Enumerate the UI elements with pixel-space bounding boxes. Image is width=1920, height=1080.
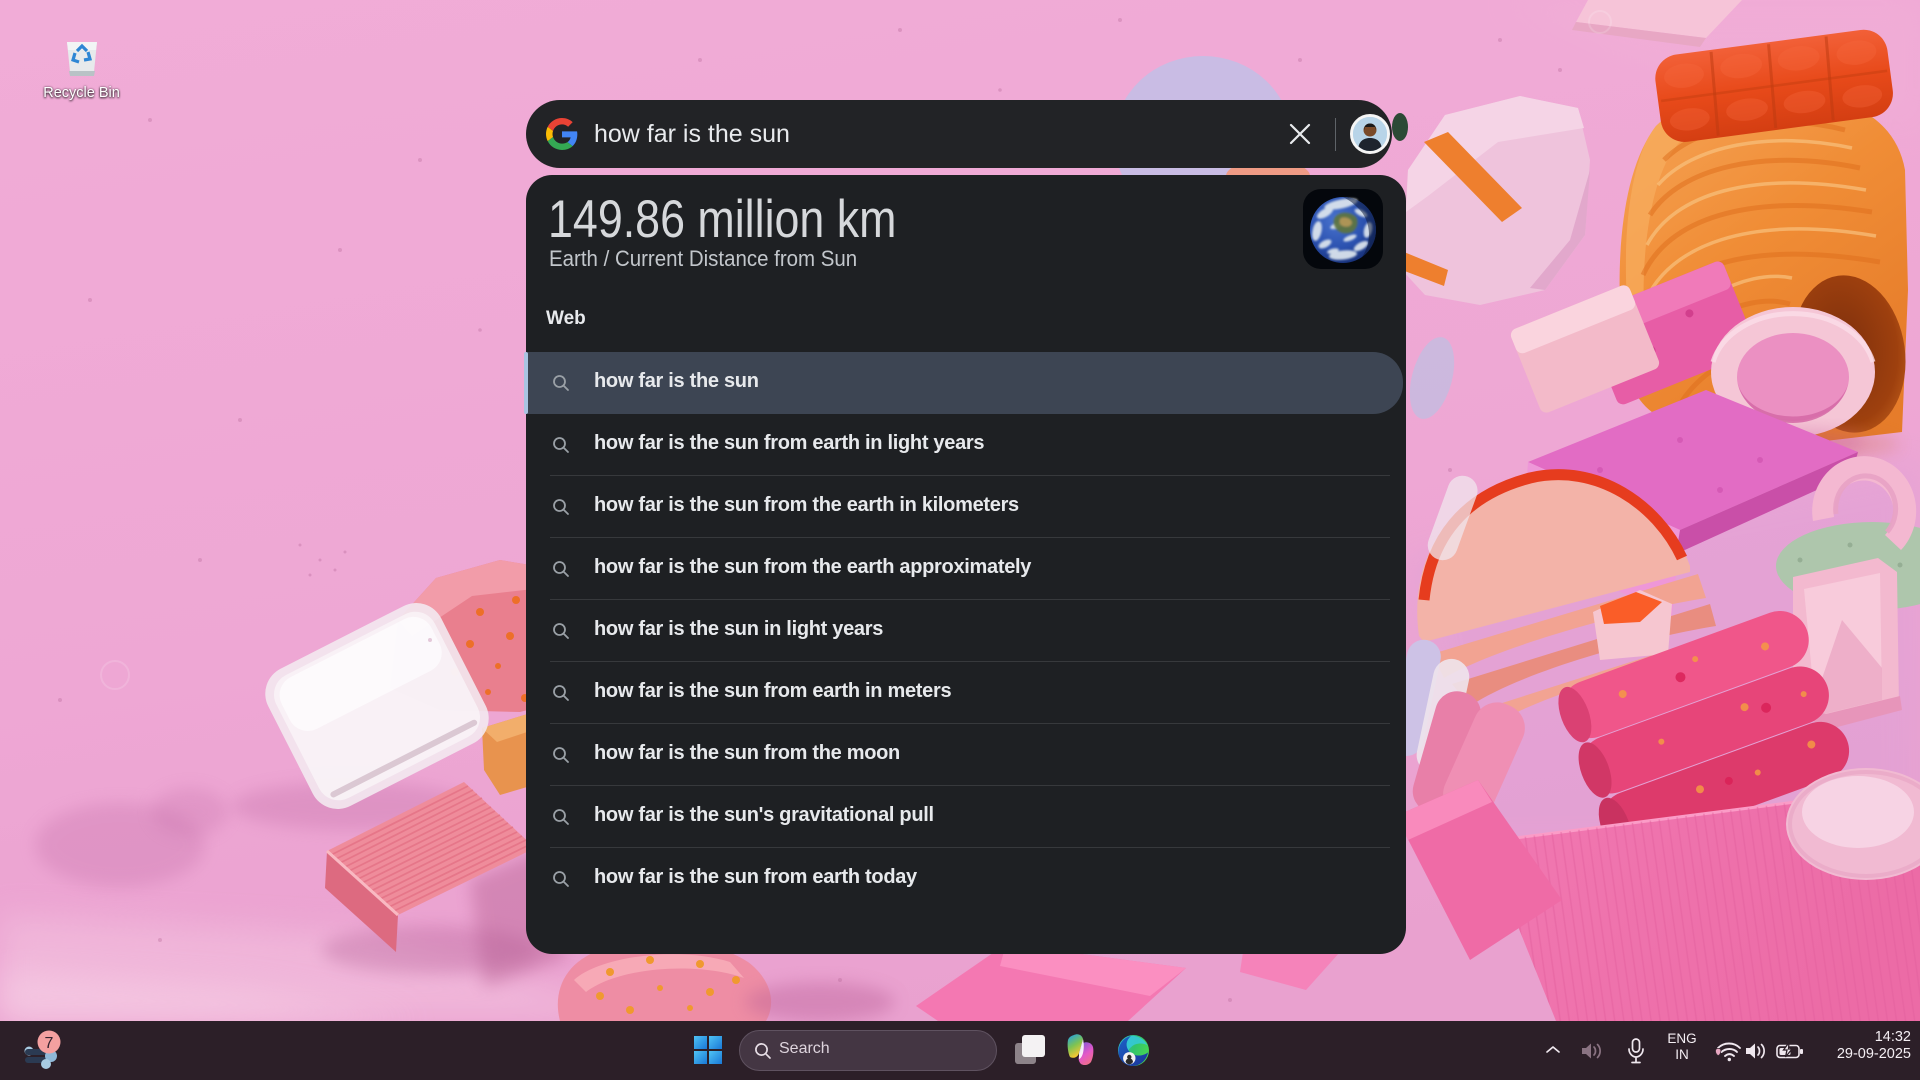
svg-text:7: 7 xyxy=(45,1035,54,1052)
